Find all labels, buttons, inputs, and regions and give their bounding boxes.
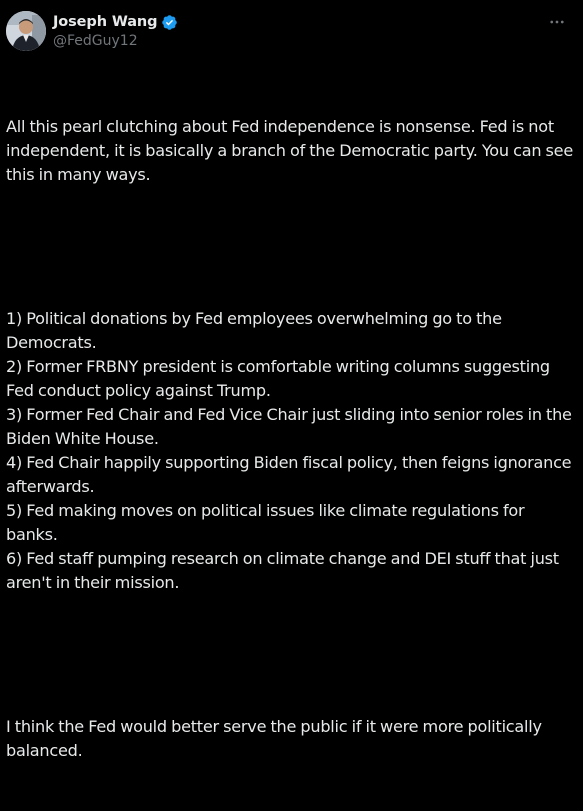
tweet-paragraph-blank: ​ bbox=[6, 643, 578, 667]
name-row: Joseph Wang bbox=[53, 12, 178, 32]
author-block: Joseph Wang @FedGuy12 bbox=[53, 12, 178, 49]
tweet-paragraph-blank: ​ bbox=[6, 235, 578, 259]
tweet-paragraph-list: 1) Political donations by Fed employees … bbox=[6, 309, 572, 592]
tweet-header: Joseph Wang @FedGuy12 bbox=[6, 10, 569, 54]
more-options-icon[interactable] bbox=[545, 10, 569, 34]
verified-badge-icon[interactable] bbox=[161, 14, 178, 31]
avatar-image bbox=[6, 11, 46, 51]
tweet-paragraph-conclusion: I think the Fed would better serve the p… bbox=[6, 717, 547, 760]
avatar[interactable] bbox=[6, 11, 46, 51]
tweet-text: All this pearl clutching about Fed indep… bbox=[6, 67, 578, 811]
tweet: Joseph Wang @FedGuy12 All this pearl clu… bbox=[0, 0, 583, 760]
tweet-paragraph-intro: All this pearl clutching about Fed indep… bbox=[6, 117, 578, 184]
author-name[interactable]: Joseph Wang bbox=[53, 14, 158, 30]
author-handle[interactable]: @FedGuy12 bbox=[53, 33, 178, 49]
